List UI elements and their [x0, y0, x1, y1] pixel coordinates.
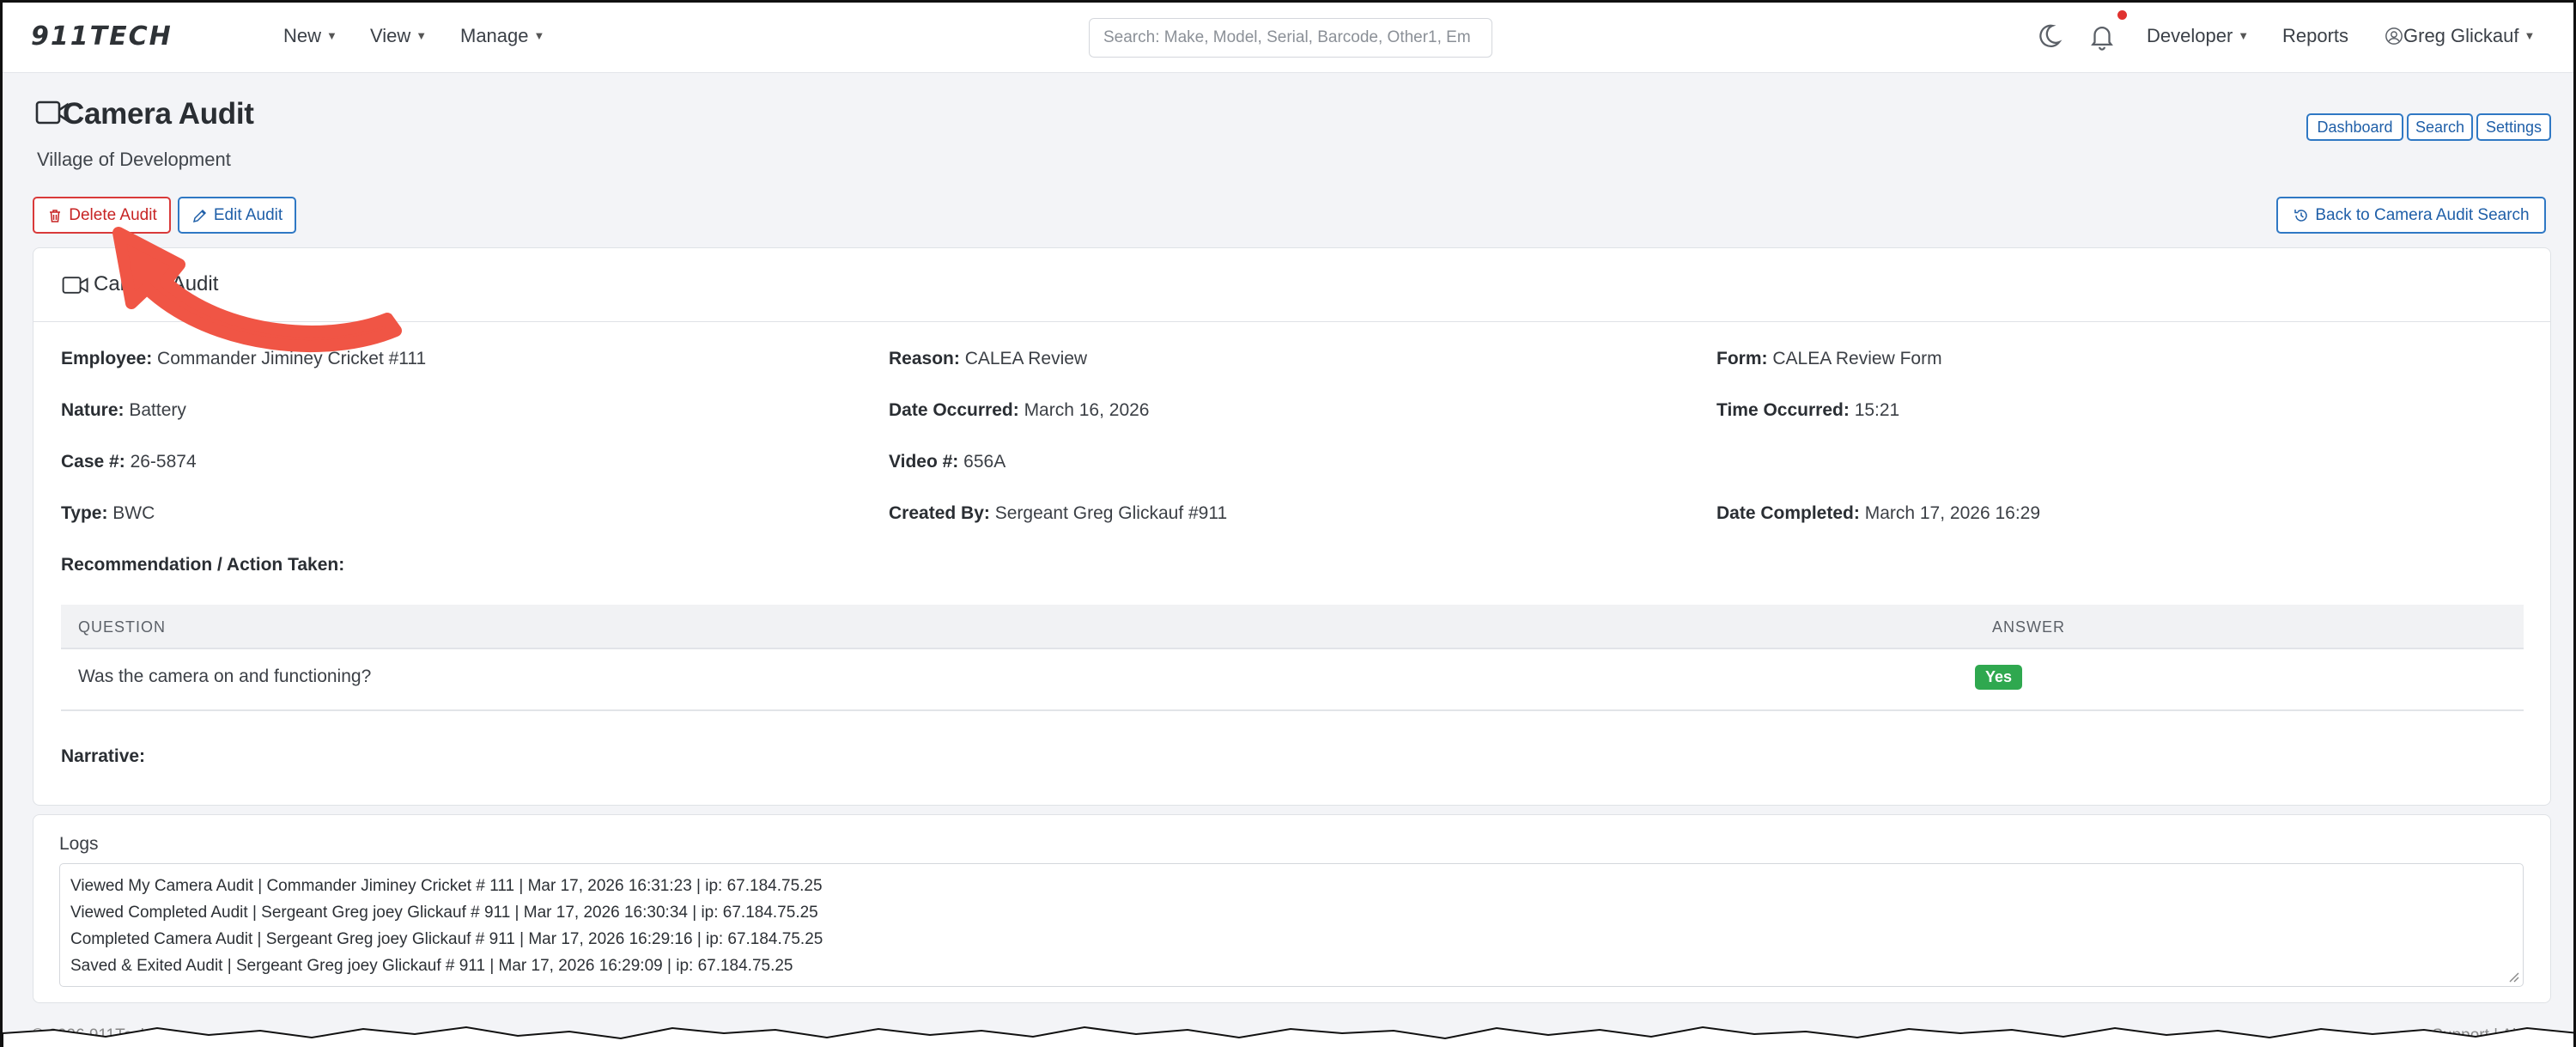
field-reason-label: Reason:: [889, 349, 960, 368]
logs-card: Logs Viewed My Camera Audit | Commander …: [33, 814, 2551, 1003]
notification-dot: [2117, 10, 2127, 20]
nav-menu-new-label: New: [283, 25, 322, 46]
page-title: Camera Audit: [63, 97, 254, 131]
nav-menu-manage[interactable]: Manage ▼: [460, 25, 544, 47]
table-divider: [61, 709, 2524, 711]
field-narrative-label: Narrative:: [61, 746, 146, 766]
answer-badge: Yes: [1975, 665, 2023, 690]
field-video-number: Video #: 656A: [889, 452, 1005, 472]
field-time-occurred: Time Occurred: 15:21: [1716, 400, 1899, 421]
settings-button[interactable]: Settings: [2476, 113, 2551, 141]
pencil-icon: [192, 209, 206, 222]
card-header: Camera Audit: [33, 248, 2550, 322]
brand-logo[interactable]: 911TECH: [31, 21, 173, 52]
settings-button-label: Settings: [2485, 118, 2543, 136]
chevron-down-icon: ▼: [416, 29, 428, 42]
column-header-question: QUESTION: [78, 618, 167, 636]
log-entry: Completed Camera Audit | Sergeant Greg j…: [70, 930, 823, 948]
question-table-header: QUESTION ANSWER: [61, 605, 2524, 648]
field-nature-label: Nature:: [61, 400, 125, 420]
field-type-label: Type:: [61, 503, 108, 523]
torn-edge-decoration: [3, 1026, 2573, 1047]
field-created-by-value: Sergeant Greg Glickauf #911: [994, 503, 1228, 523]
field-recommendation-label: Recommendation / Action Taken:: [61, 555, 345, 575]
moon-icon[interactable]: [2034, 21, 2063, 51]
field-employee-value: Commander Jiminey Cricket #111: [157, 349, 427, 368]
card-title: Camera Audit: [94, 272, 219, 295]
dashboard-button[interactable]: Dashboard: [2306, 113, 2403, 141]
nav-menu-user-label: Greg Glickauf: [2403, 25, 2519, 46]
global-search-input[interactable]: [1089, 18, 1492, 58]
bell-icon[interactable]: [2087, 21, 2117, 51]
field-time-occurred-value: 15:21: [1854, 400, 1900, 420]
field-form-value: CALEA Review Form: [1772, 349, 1942, 368]
field-created-by: Created By: Sergeant Greg Glickauf #911: [889, 503, 1227, 524]
back-to-search-label: Back to Camera Audit Search: [2315, 205, 2530, 224]
field-date-occurred-label: Date Occurred:: [889, 400, 1019, 420]
search-button[interactable]: Search: [2407, 113, 2473, 141]
field-form-label: Form:: [1716, 349, 1768, 368]
field-case-number: Case #: 26-5874: [61, 452, 197, 472]
field-date-completed: Date Completed: March 17, 2026 16:29: [1716, 503, 2040, 524]
table-divider: [61, 648, 2524, 649]
nav-menu-user[interactable]: Greg Glickauf ▼: [2385, 25, 2535, 47]
field-time-occurred-label: Time Occurred:: [1716, 400, 1850, 420]
field-reason: Reason: CALEA Review: [889, 349, 1087, 369]
field-case-number-label: Case #:: [61, 452, 125, 472]
chevron-down-icon: ▼: [2238, 29, 2250, 42]
field-date-occurred: Date Occurred: March 16, 2026: [889, 400, 1150, 421]
field-type-value: BWC: [112, 503, 155, 523]
nav-link-reports[interactable]: Reports: [2282, 25, 2348, 47]
delete-audit-button[interactable]: Delete Audit: [33, 197, 171, 234]
back-to-search-button[interactable]: Back to Camera Audit Search: [2276, 197, 2546, 234]
nav-menu-developer-label: Developer: [2147, 25, 2233, 46]
nav-menu-developer[interactable]: Developer ▼: [2147, 25, 2249, 47]
column-header-answer: ANSWER: [1992, 618, 2066, 636]
delete-audit-label: Delete Audit: [69, 205, 157, 224]
field-reason-value: CALEA Review: [964, 349, 1088, 368]
app-window: 911TECH New ▼ View ▼ Manage ▼ Developer ▼ Re…: [0, 0, 2576, 1047]
dashboard-button-label: Dashboard: [2317, 118, 2393, 136]
nav-menu-view-label: View: [370, 25, 411, 46]
logs-textarea[interactable]: Viewed My Camera Audit | Commander Jimin…: [59, 863, 2524, 987]
edit-audit-label: Edit Audit: [213, 205, 283, 224]
log-entry: Viewed Completed Audit | Sergeant Greg j…: [70, 904, 818, 922]
logs-label: Logs: [59, 834, 99, 854]
field-nature: Nature: Battery: [61, 400, 186, 421]
field-case-number-value: 26-5874: [130, 452, 197, 472]
trash-icon: [50, 209, 61, 222]
page-subtitle: Village of Development: [37, 149, 231, 170]
field-date-completed-value: March 17, 2026 16:29: [1864, 503, 2041, 523]
log-entry: Saved & Exited Audit | Sergeant Greg joe…: [70, 957, 793, 975]
field-video-number-label: Video #:: [889, 452, 959, 472]
top-navbar: 911TECH New ▼ View ▼ Manage ▼ Developer ▼ Re…: [3, 3, 2573, 73]
field-recommendation: Recommendation / Action Taken:: [61, 555, 344, 575]
user-circle-icon: [2385, 27, 2403, 45]
nav-menu-new[interactable]: New ▼: [283, 25, 337, 47]
chevron-down-icon: ▼: [533, 29, 545, 42]
field-date-completed-label: Date Completed:: [1716, 503, 1860, 523]
field-video-number-value: 656A: [963, 452, 1006, 472]
chevron-down-icon: ▼: [326, 29, 337, 42]
video-camera-icon: [62, 277, 88, 294]
field-date-occurred-value: March 16, 2026: [1024, 400, 1150, 420]
chevron-down-icon: ▼: [2524, 29, 2536, 42]
nav-menu-view[interactable]: View ▼: [370, 25, 427, 47]
field-nature-value: Battery: [129, 400, 186, 420]
field-employee-label: Employee:: [61, 349, 153, 368]
search-button-label: Search: [2415, 118, 2465, 136]
field-form: Form: CALEA Review Form: [1716, 349, 1942, 369]
field-created-by-label: Created By:: [889, 503, 990, 523]
field-employee: Employee: Commander Jiminey Cricket #111: [61, 349, 426, 369]
resize-grip-icon[interactable]: [2507, 971, 2519, 983]
history-icon: [2294, 209, 2308, 222]
nav-menu-manage-label: Manage: [460, 25, 529, 46]
table-row-question: Was the camera on and functioning?: [78, 667, 372, 686]
edit-audit-button[interactable]: Edit Audit: [178, 197, 296, 234]
field-type: Type: BWC: [61, 503, 155, 524]
field-narrative: Narrative:: [61, 746, 145, 767]
audit-details-card: Camera Audit Employee: Commander Jiminey…: [33, 247, 2551, 806]
log-entry: Viewed My Camera Audit | Commander Jimin…: [70, 877, 823, 895]
